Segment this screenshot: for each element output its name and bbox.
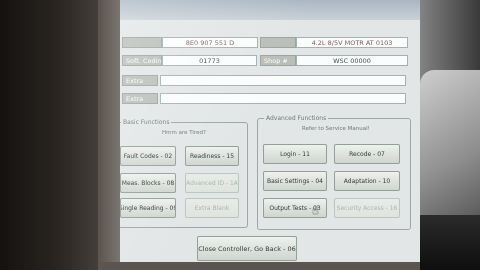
shop-label: Shop # xyxy=(260,55,296,66)
background-car-body xyxy=(414,215,480,270)
single-reading-button[interactable]: Single Reading - 09 xyxy=(120,198,176,218)
component-field: 4.2L 8/5V MOTR AT 0103 xyxy=(296,37,408,48)
extra-label-2: Extra xyxy=(122,93,158,104)
soft-coding-field: 01773 xyxy=(162,55,257,66)
adaptation-button[interactable]: Adaptation - 10 xyxy=(334,171,400,191)
photo-scene: 8E0 907 551 D 4.2L 8/5V MOTR AT 0103 Sof… xyxy=(0,0,480,270)
security-access-button[interactable]: Security Access - 16 xyxy=(334,198,400,218)
login-button[interactable]: Login - 11 xyxy=(263,144,327,164)
part-number-field: 8E0 907 551 D xyxy=(162,37,258,48)
meas-blocks-button[interactable]: Meas. Blocks - 08 xyxy=(120,173,176,193)
extra-label-1: Extra xyxy=(122,75,158,86)
monitor-bezel-left xyxy=(0,0,100,270)
basic-settings-button[interactable]: Basic Settings - 04 xyxy=(263,171,327,191)
advanced-functions-title: Advanced Functions xyxy=(264,114,329,123)
recode-button[interactable]: Recode - 07 xyxy=(334,144,400,164)
monitor-frame-edge xyxy=(98,0,120,270)
background-car-window xyxy=(420,70,480,220)
basic-functions-subtitle: Hmm are Tired? xyxy=(162,130,206,136)
vcds-controller-window: 8E0 907 551 D 4.2L 8/5V MOTR AT 0103 Sof… xyxy=(120,0,420,262)
extra-field-2 xyxy=(160,93,406,104)
component-label-2 xyxy=(260,37,296,48)
advanced-functions-subtitle: Refer to Service Manual! xyxy=(302,126,370,132)
readiness-button[interactable]: Readiness - 15 xyxy=(185,146,239,166)
close-controller-button[interactable]: Close Controller, Go Back - 06 xyxy=(197,236,297,261)
window-titlebar xyxy=(120,0,420,20)
shop-number-field: WSC 00000 xyxy=(296,55,408,66)
basic-functions-title: Basic Functions xyxy=(121,118,172,127)
advanced-id-button[interactable]: Advanced ID - 1A xyxy=(185,173,239,193)
soft-coding-label: Soft. Coding xyxy=(122,55,162,66)
component-label xyxy=(122,37,162,48)
hand-pointer-icon: ☝ xyxy=(312,204,319,217)
extra-blank-button[interactable]: Extra Blank xyxy=(185,198,239,218)
fault-codes-button[interactable]: Fault Codes - 02 xyxy=(120,146,176,166)
monitor-bezel-bottom xyxy=(100,262,420,270)
extra-field-1 xyxy=(160,75,406,86)
